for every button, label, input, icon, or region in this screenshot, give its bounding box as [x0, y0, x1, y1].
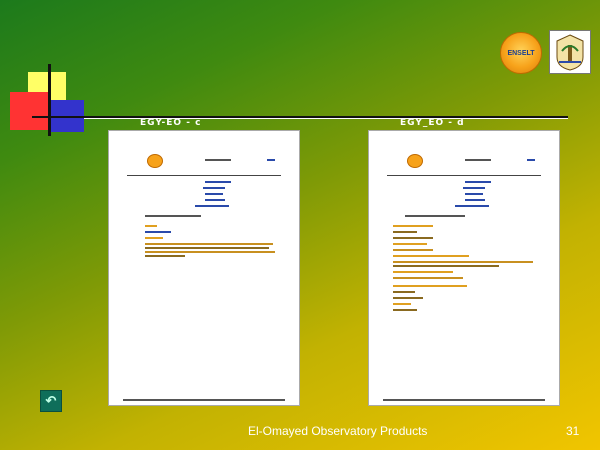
university-logo [549, 30, 591, 74]
thumbnail-line [145, 215, 201, 217]
thumbnail-line [393, 303, 411, 305]
document-thumbnail-c[interactable] [108, 130, 300, 406]
thumbnail-line [465, 181, 491, 183]
thumbnail-line [195, 205, 229, 207]
return-button[interactable]: ↶ [40, 390, 62, 412]
slide-number: 31 [566, 424, 580, 438]
thumbnail-line [145, 237, 163, 239]
thumbnail-line [393, 291, 415, 293]
enselt-logo-text: ENSELT [507, 49, 535, 57]
enselt-logo: ENSELT [500, 32, 542, 74]
thumbnail-line [203, 187, 225, 189]
caption-egy-eo-c: EGY-EO - c [140, 118, 202, 128]
thumbnail-line [393, 225, 433, 227]
return-icon: ↶ [45, 393, 57, 408]
thumbnail-line [393, 297, 423, 299]
thumbnail-line [393, 309, 417, 311]
thumbnail-line [393, 231, 417, 233]
thumbnail-line [465, 193, 483, 195]
thumbnail-line [145, 255, 185, 257]
caption-egy-eo-d: EGY_EO - d [400, 118, 465, 128]
thumbnail-line [205, 199, 225, 201]
thumbnail-line [145, 247, 269, 249]
thumbnail-title [465, 159, 491, 161]
slide: ENSELT EGY-EO - c EGY_EO - d ↶ El-Omayed… [0, 0, 600, 450]
thumbnail-footer [383, 399, 545, 401]
thumbnail-link [527, 159, 535, 161]
thumbnail-logo [407, 154, 423, 168]
thumbnail-title [205, 159, 231, 161]
thumbnail-line [393, 271, 453, 273]
thumbnail-rule [387, 175, 541, 176]
thumbnail-line [205, 181, 231, 183]
decorative-vertical-line [48, 64, 51, 136]
thumbnail-line [465, 199, 485, 201]
thumbnail-line [145, 231, 171, 233]
thumbnail-line [393, 277, 463, 279]
thumbnail-line [455, 205, 489, 207]
thumbnail-line [205, 193, 223, 195]
thumbnail-line [393, 265, 499, 267]
document-thumbnail-d[interactable] [368, 130, 560, 406]
thumbnail-link [267, 159, 275, 161]
thumbnail-line [393, 249, 433, 251]
thumbnail-line [393, 243, 427, 245]
footer-title: El-Omayed Observatory Products [248, 424, 428, 438]
thumbnail-logo [147, 154, 163, 168]
thumbnail-line [405, 215, 465, 217]
thumbnail-line [393, 261, 533, 263]
thumbnail-line [463, 187, 485, 189]
thumbnail-line [145, 243, 273, 245]
thumbnail-line [145, 251, 275, 253]
thumbnail-line [393, 237, 433, 239]
thumbnail-line [145, 225, 157, 227]
thumbnail-rule [127, 175, 281, 176]
thumbnail-footer [123, 399, 285, 401]
university-emblem-icon [556, 34, 584, 71]
thumbnail-line [393, 255, 469, 257]
thumbnail-line [393, 285, 467, 287]
decorative-red-square [10, 92, 48, 130]
